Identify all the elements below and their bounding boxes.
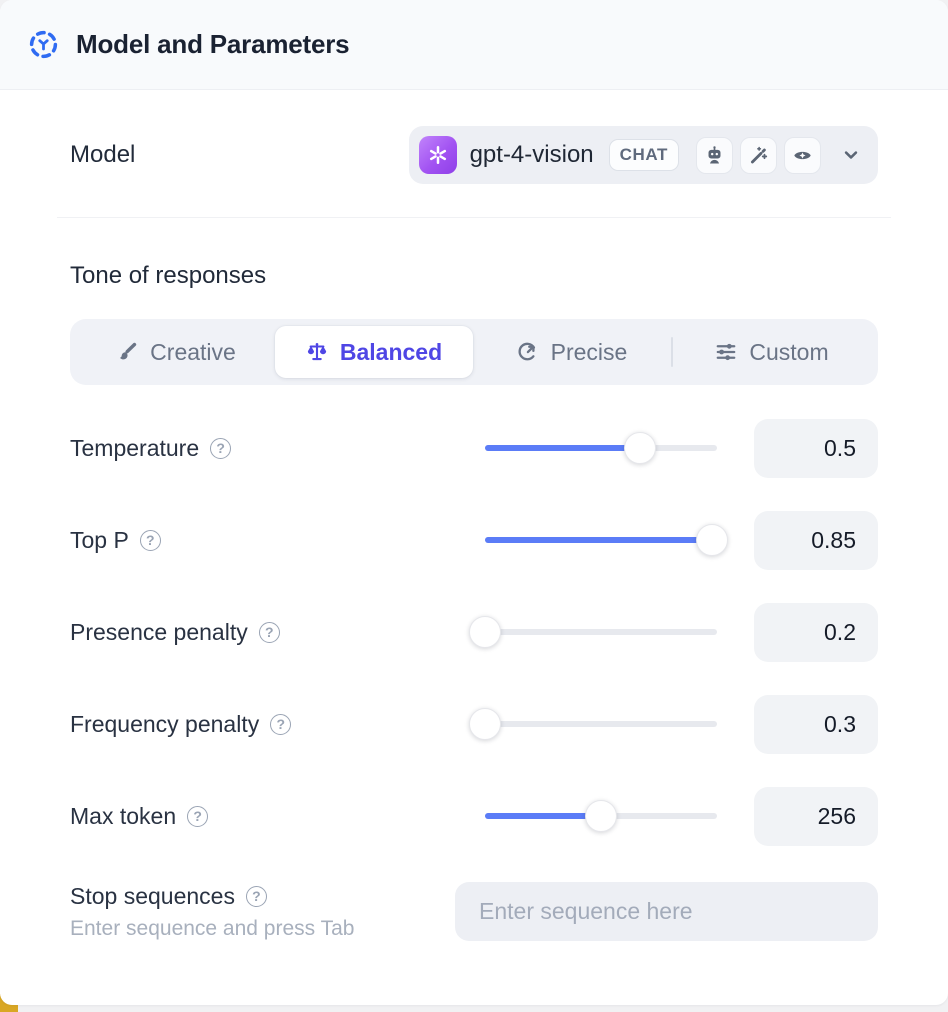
parameter-row-max-token: Max token ? 256 [70, 786, 878, 846]
stop-sequences-label: Stop sequences [70, 883, 235, 910]
tone-tab-group: Creative Balanced Precise Custom [70, 319, 878, 385]
slider-fill [485, 445, 640, 451]
parameter-list: Temperature ? 0.5 Top P ? [70, 418, 878, 846]
stop-sequence-input[interactable] [455, 882, 878, 941]
parameter-row-top-p: Top P ? 0.85 [70, 510, 878, 570]
vision-eye-icon [784, 137, 821, 174]
parameter-slider[interactable] [485, 799, 717, 833]
parameter-label: Max token [70, 803, 176, 830]
openai-logo-icon [419, 136, 457, 174]
tab-custom[interactable]: Custom [673, 326, 871, 378]
magic-wand-icon [740, 137, 777, 174]
section-divider [57, 217, 891, 218]
tab-precise[interactable]: Precise [473, 326, 671, 378]
tab-label: Creative [150, 339, 236, 366]
parameter-row-temperature: Temperature ? 0.5 [70, 418, 878, 478]
parameter-value[interactable]: 0.85 [754, 511, 878, 570]
help-icon[interactable]: ? [187, 806, 208, 827]
parameter-label: Presence penalty [70, 619, 248, 646]
help-icon[interactable]: ? [210, 438, 231, 459]
parameter-label: Frequency penalty [70, 711, 259, 738]
model-parameters-panel: Model and Parameters Model gpt-4-vision … [0, 0, 948, 1005]
parameter-label: Top P [70, 527, 129, 554]
chat-mode-badge: CHAT [609, 139, 679, 171]
chevron-down-icon [840, 144, 862, 166]
parameter-slider[interactable] [485, 431, 717, 465]
parameter-row-presence-penalty: Presence penalty ? 0.2 [70, 602, 878, 662]
model-hub-icon [28, 29, 59, 60]
target-icon [517, 341, 539, 363]
parameter-slider[interactable] [485, 707, 717, 741]
slider-thumb[interactable] [469, 708, 501, 740]
model-capability-icons [696, 137, 821, 174]
tone-heading: Tone of responses [70, 262, 878, 290]
parameter-value[interactable]: 256 [754, 787, 878, 846]
slider-thumb[interactable] [469, 616, 501, 648]
help-icon[interactable]: ? [259, 622, 280, 643]
model-select-dropdown[interactable]: gpt-4-vision CHAT [409, 126, 878, 184]
model-label: Model [70, 141, 135, 169]
parameter-label: Temperature [70, 435, 199, 462]
paintbrush-icon [116, 341, 138, 363]
stop-sequences-row: Stop sequences ? Enter sequence and pres… [70, 882, 878, 941]
tab-balanced[interactable]: Balanced [275, 326, 473, 378]
stop-sequences-hint: Enter sequence and press Tab [70, 917, 455, 941]
parameter-value[interactable]: 0.3 [754, 695, 878, 754]
tab-creative[interactable]: Creative [77, 326, 275, 378]
robot-icon [696, 137, 733, 174]
help-icon[interactable]: ? [140, 530, 161, 551]
slider-fill [485, 537, 712, 543]
slider-fill [485, 813, 601, 819]
slider-track[interactable] [485, 629, 717, 635]
help-icon[interactable]: ? [246, 886, 267, 907]
parameter-slider[interactable] [485, 615, 717, 649]
help-icon[interactable]: ? [270, 714, 291, 735]
parameter-value[interactable]: 0.2 [754, 603, 878, 662]
page-title: Model and Parameters [76, 29, 349, 60]
parameter-value[interactable]: 0.5 [754, 419, 878, 478]
tab-label: Custom [749, 339, 828, 366]
slider-thumb[interactable] [585, 800, 617, 832]
parameter-row-frequency-penalty: Frequency penalty ? 0.3 [70, 694, 878, 754]
slider-thumb[interactable] [696, 524, 728, 556]
slider-thumb[interactable] [624, 432, 656, 464]
parameter-slider[interactable] [485, 523, 717, 557]
model-name: gpt-4-vision [470, 141, 594, 169]
slider-track[interactable] [485, 721, 717, 727]
tab-label: Precise [551, 339, 628, 366]
sliders-icon [715, 341, 737, 363]
model-row: Model gpt-4-vision CHAT [70, 126, 878, 184]
balance-scale-icon [306, 341, 328, 363]
panel-header: Model and Parameters [0, 0, 948, 90]
tab-label: Balanced [340, 339, 442, 366]
